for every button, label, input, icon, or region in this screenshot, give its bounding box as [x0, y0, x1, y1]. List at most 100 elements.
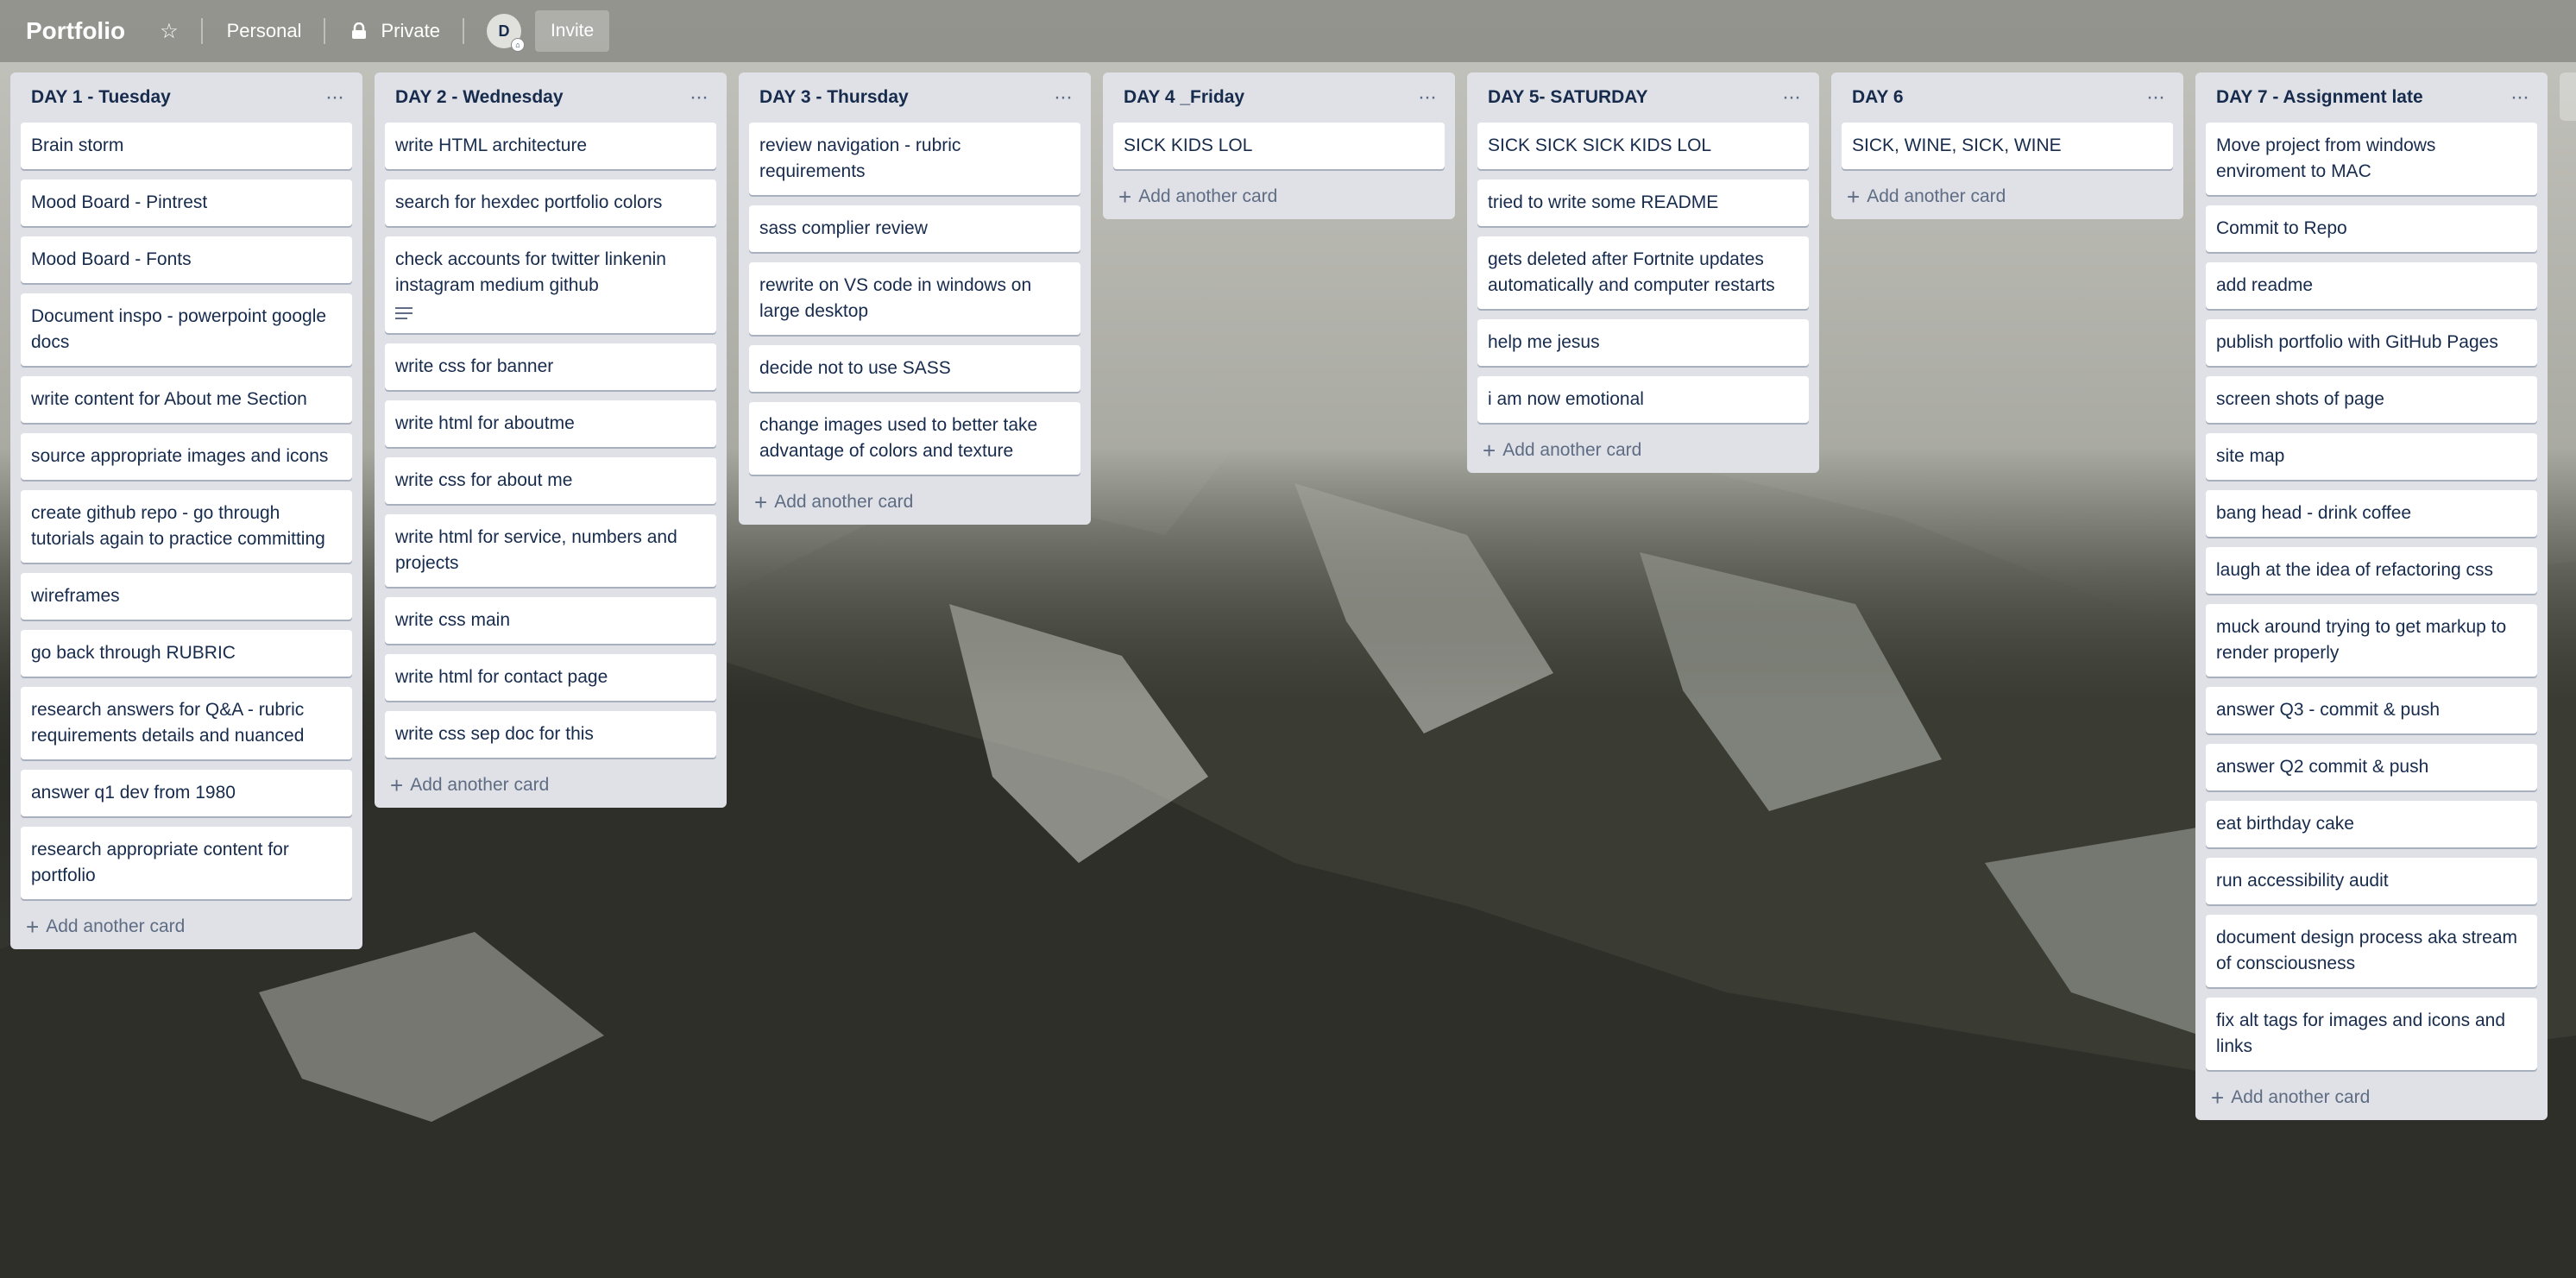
card-title: write HTML architecture	[395, 135, 588, 155]
card[interactable]: write html for contact page	[385, 654, 716, 701]
card[interactable]: Mood Board - Fonts	[21, 236, 352, 283]
card[interactable]: gets deleted after Fortnite updates auto…	[1477, 236, 1809, 309]
card[interactable]: check accounts for twitter linkenin inst…	[385, 236, 716, 333]
card[interactable]: publish portfolio with GitHub Pages	[2206, 319, 2537, 366]
card[interactable]: write css for banner	[385, 343, 716, 390]
card[interactable]: laugh at the idea of refactoring css	[2206, 547, 2537, 594]
card[interactable]: Commit to Repo	[2206, 205, 2537, 252]
list-title[interactable]: DAY 3 - Thursday	[759, 87, 909, 108]
card[interactable]: Document inspo - powerpoint google docs	[21, 293, 352, 366]
add-card-button[interactable]: + Add another card	[1113, 179, 1445, 209]
list-menu-icon[interactable]: ···	[2146, 85, 2165, 110]
card-title: write css sep doc for this	[395, 724, 594, 744]
card[interactable]: go back through RUBRIC	[21, 630, 352, 677]
list-title[interactable]: DAY 7 - Assignment late	[2216, 87, 2423, 108]
card[interactable]: i am now emotional	[1477, 376, 1809, 423]
board-title[interactable]: Portfolio	[26, 17, 125, 45]
card-title: SICK SICK SICK KIDS LOL	[1488, 135, 1712, 155]
card[interactable]: research appropriate content for portfol…	[21, 827, 352, 899]
card[interactable]: muck around trying to get markup to rend…	[2206, 604, 2537, 677]
list-title[interactable]: DAY 1 - Tuesday	[31, 87, 171, 108]
plus-icon: +	[2211, 1085, 2225, 1111]
admin-badge-icon: ⌂	[510, 38, 525, 52]
add-card-button[interactable]: + Add another card	[1842, 179, 2173, 209]
card-title: sass complier review	[759, 218, 928, 238]
list-header[interactable]: DAY 6 ···	[1842, 72, 2173, 123]
card[interactable]: answer Q2 commit & push	[2206, 744, 2537, 790]
card[interactable]: write css main	[385, 597, 716, 644]
card[interactable]: eat birthday cake	[2206, 801, 2537, 847]
card[interactable]: review navigation - rubric requirements	[749, 123, 1080, 195]
card[interactable]: rewrite on VS code in windows on large d…	[749, 262, 1080, 335]
card[interactable]: write html for aboutme	[385, 400, 716, 447]
card[interactable]: sass complier review	[749, 205, 1080, 252]
card-title: wireframes	[31, 586, 120, 606]
list-menu-icon[interactable]: ···	[2510, 85, 2529, 110]
card[interactable]: search for hexdec portfolio colors	[385, 179, 716, 226]
card[interactable]: SICK, WINE, SICK, WINE	[1842, 123, 2173, 169]
card[interactable]: add readme	[2206, 262, 2537, 309]
card-title: write html for contact page	[395, 667, 608, 687]
card[interactable]: Mood Board - Pintrest	[21, 179, 352, 226]
add-card-label: Add another card	[774, 492, 914, 512]
card-title: research appropriate content for portfol…	[31, 840, 289, 885]
card[interactable]: Brain storm	[21, 123, 352, 169]
add-card-button[interactable]: + Add another card	[2206, 1080, 2537, 1110]
card[interactable]: answer Q3 - commit & push	[2206, 687, 2537, 733]
list-title[interactable]: DAY 5- SATURDAY	[1488, 87, 1648, 108]
list-title[interactable]: DAY 6	[1852, 87, 1904, 108]
card[interactable]: change images used to better take advant…	[749, 402, 1080, 475]
card[interactable]: SICK KIDS LOL	[1113, 123, 1445, 169]
add-card-button[interactable]: + Add another card	[385, 768, 716, 797]
list-title[interactable]: DAY 2 - Wednesday	[395, 87, 564, 108]
visibility-button[interactable]: Private	[350, 20, 440, 42]
list-header[interactable]: DAY 4 _Friday ···	[1113, 72, 1445, 123]
card[interactable]: bang head - drink coffee	[2206, 490, 2537, 537]
card[interactable]: run accessibility audit	[2206, 858, 2537, 904]
card-title: site map	[2216, 446, 2285, 466]
list-title[interactable]: DAY 4 _Friday	[1124, 87, 1244, 108]
member-avatar[interactable]: D ⌂	[486, 14, 525, 52]
card[interactable]: write css sep doc for this	[385, 711, 716, 758]
list-header[interactable]: DAY 7 - Assignment late ···	[2206, 72, 2537, 123]
list-header[interactable]: DAY 1 - Tuesday ···	[21, 72, 352, 123]
card[interactable]: create github repo - go through tutorial…	[21, 490, 352, 563]
add-card-button[interactable]: + Add another card	[21, 910, 352, 939]
card[interactable]: decide not to use SASS	[749, 345, 1080, 392]
card-title: review navigation - rubric requirements	[759, 135, 961, 181]
list-header[interactable]: DAY 2 - Wednesday ···	[385, 72, 716, 123]
list-menu-icon[interactable]: ···	[1054, 85, 1073, 110]
card[interactable]: wireframes	[21, 573, 352, 620]
card-title: Mood Board - Fonts	[31, 249, 192, 269]
list-header[interactable]: DAY 3 - Thursday ···	[749, 72, 1080, 123]
card[interactable]: help me jesus	[1477, 319, 1809, 366]
card[interactable]: research answers for Q&A - rubric requir…	[21, 687, 352, 759]
card[interactable]: write content for About me Section	[21, 376, 352, 423]
list-menu-icon[interactable]: ···	[325, 85, 344, 110]
add-card-button[interactable]: + Add another card	[749, 485, 1080, 514]
card[interactable]: fix alt tags for images and icons and li…	[2206, 998, 2537, 1070]
invite-button[interactable]: Invite	[534, 10, 610, 52]
list-menu-icon[interactable]: ···	[1782, 85, 1801, 110]
card[interactable]: write css for about me	[385, 457, 716, 504]
list-header[interactable]: DAY 5- SATURDAY ···	[1477, 72, 1809, 123]
team-button[interactable]: Personal	[227, 20, 302, 42]
card[interactable]: tried to write some README	[1477, 179, 1809, 226]
list-menu-icon[interactable]: ···	[690, 85, 709, 110]
list-menu-icon[interactable]: ···	[1418, 85, 1437, 110]
add-card-label: Add another card	[1502, 440, 1642, 460]
card[interactable]: Move project from windows enviroment to …	[2206, 123, 2537, 195]
star-icon[interactable]: ☆	[160, 19, 179, 44]
card[interactable]: answer q1 dev from 1980	[21, 770, 352, 816]
card[interactable]: SICK SICK SICK KIDS LOL	[1477, 123, 1809, 169]
card[interactable]: document design process aka stream of co…	[2206, 915, 2537, 987]
card[interactable]: source appropriate images and icons	[21, 433, 352, 480]
add-list-button[interactable]: +	[2560, 72, 2576, 121]
card-title: Move project from windows enviroment to …	[2216, 135, 2436, 181]
add-card-button[interactable]: + Add another card	[1477, 433, 1809, 463]
plus-icon: +	[1483, 438, 1496, 463]
card[interactable]: write html for service, numbers and proj…	[385, 514, 716, 587]
card[interactable]: screen shots of page	[2206, 376, 2537, 423]
card[interactable]: write HTML architecture	[385, 123, 716, 169]
card[interactable]: site map	[2206, 433, 2537, 480]
